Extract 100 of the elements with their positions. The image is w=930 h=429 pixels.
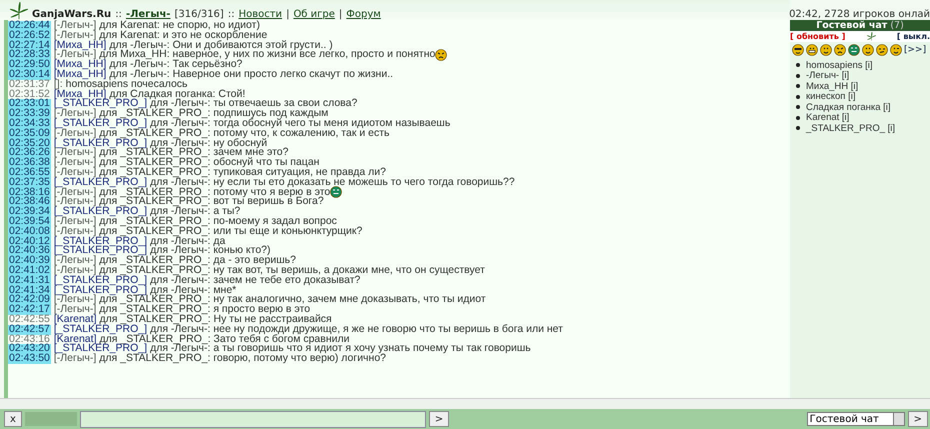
message-text: для _STALKER_PRO_: потому что я верю в это bbox=[99, 188, 330, 198]
message-sender[interactable]: [_STALKER_PRO_] bbox=[54, 138, 148, 148]
message-text: для _STALKER_PRO_: да - это веришь? bbox=[99, 256, 296, 266]
message-sender[interactable]: [-Легыч-] bbox=[54, 21, 96, 31]
message-time: 02:33:39 bbox=[8, 109, 51, 119]
message-sender[interactable]: [_STALKER_PRO_] bbox=[54, 207, 148, 217]
message-sender[interactable]: [-Легыч-] bbox=[54, 256, 96, 266]
off-link[interactable]: [ выкл. bbox=[896, 32, 930, 41]
message-sender[interactable]: [-Легыч-] bbox=[54, 158, 96, 168]
message-sender[interactable]: [-Легыч-] bbox=[54, 30, 96, 41]
message-sender[interactable]: [Миха_НН] bbox=[54, 40, 106, 50]
smiley-icon[interactable] bbox=[834, 44, 846, 56]
message-sender[interactable]: [_STALKER_PRO_] bbox=[54, 178, 148, 188]
message-time: 02:30:14 bbox=[8, 70, 51, 80]
message-sender[interactable]: [-Легыч-] bbox=[54, 197, 96, 208]
smiley-icon[interactable] bbox=[330, 186, 342, 198]
message-sender[interactable]: [Миха_НН] bbox=[54, 70, 106, 80]
message-sender[interactable]: []: bbox=[54, 80, 63, 90]
message-sender[interactable]: [-Легыч-] bbox=[54, 128, 96, 139]
message-text: для _STALKER_PRO_: тупиковая ситуация, не правда ли? bbox=[99, 168, 386, 178]
message-sender[interactable]: [-Легыч-] bbox=[54, 226, 96, 237]
message-sender[interactable]: [-Легыч-] bbox=[54, 148, 96, 158]
message-sender[interactable]: [-Легыч-] bbox=[54, 216, 96, 227]
user-item[interactable]: Karenat [i] bbox=[806, 112, 850, 124]
message-sender[interactable]: [_STALKER_PRO_] bbox=[54, 99, 148, 110]
smiley-icon[interactable] bbox=[890, 44, 902, 56]
message-text: для _STALKER_PRO_: подпишусь под каждым bbox=[99, 109, 328, 119]
user-item[interactable]: _STALKER_PRO_ [i] bbox=[806, 122, 896, 134]
user-link[interactable]: -Легыч- bbox=[126, 9, 170, 20]
clear-button[interactable]: x bbox=[4, 411, 22, 427]
message-sender[interactable]: [-Легыч-] bbox=[54, 305, 96, 315]
user-item[interactable]: кинескоп [i] bbox=[806, 91, 856, 102]
more-link[interactable]: [>>] bbox=[904, 45, 926, 55]
message-sender[interactable]: [Миха_НН] bbox=[54, 90, 106, 100]
message-time: 02:35:09 bbox=[8, 128, 51, 139]
message-time: 02:43:50 bbox=[8, 354, 51, 364]
message-sender[interactable]: [-Легыч-] bbox=[54, 50, 96, 60]
message-time: 02:40:08 bbox=[8, 226, 51, 237]
message-sender[interactable]: [_STALKER_PRO_] bbox=[54, 324, 148, 334]
smiley-icon[interactable] bbox=[806, 44, 818, 56]
message-text: для -Легыч-: Они и добиваются этой грусти.. ) bbox=[109, 40, 333, 50]
message-sender[interactable]: [_STALKER_PRO_] bbox=[54, 236, 148, 246]
message-text: для _STALKER_PRO_: или ты еще и коньюнктурщик? bbox=[99, 226, 362, 237]
refresh-link[interactable]: [ обновить ] bbox=[790, 32, 846, 41]
separator: | bbox=[338, 9, 342, 20]
nav-link[interactable]: Новости bbox=[238, 9, 282, 20]
smiley-icon[interactable] bbox=[820, 44, 832, 56]
message-text: для _STALKER_PRO_: потому что, к сожалению, так и есть bbox=[99, 128, 390, 139]
nav-link[interactable]: Форум bbox=[346, 9, 381, 20]
message-sender[interactable]: [Karenat] bbox=[54, 314, 96, 325]
send-button[interactable]: > bbox=[428, 411, 450, 427]
user-count: (7) bbox=[890, 20, 904, 31]
user-item[interactable]: homosapiens [i] bbox=[806, 60, 873, 71]
message-sender[interactable]: [_STALKER_PRO_] bbox=[54, 276, 148, 286]
message-time: 02:26:44 bbox=[8, 21, 51, 31]
bullet-icon bbox=[796, 84, 800, 88]
smiley-icon[interactable] bbox=[876, 44, 888, 56]
message-sender[interactable]: [_STALKER_PRO_] bbox=[54, 344, 148, 354]
message-sender[interactable]: [_STALKER_PRO_] bbox=[54, 118, 148, 129]
message-time: 02:31:52 bbox=[8, 90, 51, 100]
message-sender[interactable]: [Миха_НН] bbox=[54, 60, 106, 70]
message-time: 02:31:37 bbox=[8, 80, 51, 90]
go-button[interactable]: > bbox=[908, 411, 928, 427]
message-time: 02:28:33 bbox=[8, 50, 51, 60]
message-text: для _STALKER_PRO_: обоснуй что ты пацан bbox=[99, 158, 320, 168]
message-text: для Сладкая поганка: Стой! bbox=[109, 90, 246, 100]
message-text: для -Легыч-: а ты? bbox=[150, 207, 240, 217]
channel-select[interactable]: Гостевой чат bbox=[806, 412, 905, 426]
message-time: 02:26:52 bbox=[8, 30, 51, 41]
health-text: [316/316] bbox=[174, 9, 224, 20]
user-item[interactable]: Миха_НН [i] bbox=[806, 80, 858, 92]
message-sender[interactable]: [-Легыч-] bbox=[54, 168, 96, 178]
message-time: 02:37:35 bbox=[8, 178, 51, 188]
message-sender[interactable]: [_STALKER_PRO_] bbox=[54, 246, 148, 256]
message-time: 02:42:17 bbox=[8, 305, 51, 315]
message-time: 02:41:02 bbox=[8, 266, 51, 276]
bullet-icon bbox=[796, 94, 800, 99]
message-time: 02:29:50 bbox=[8, 60, 51, 70]
smiley-icon[interactable] bbox=[862, 44, 874, 56]
message-sender[interactable]: [-Легыч-] bbox=[54, 295, 96, 306]
smiley-icon[interactable] bbox=[792, 44, 804, 56]
message-sender[interactable]: [_STALKER_PRO_] bbox=[54, 286, 148, 296]
smiley-icon[interactable] bbox=[848, 44, 860, 56]
separator: :: bbox=[115, 9, 122, 20]
user-item[interactable]: -Легыч- [i] bbox=[806, 70, 850, 82]
message-sender[interactable]: [-Легыч-] bbox=[54, 354, 96, 364]
smiley-icon[interactable] bbox=[435, 49, 448, 62]
message-text: для -Легыч-: Наверное они просто легко скачут по жизни.. bbox=[109, 70, 394, 80]
horizontal-scrollbar[interactable] bbox=[0, 398, 930, 409]
message-sender[interactable]: [-Легыч-] bbox=[54, 109, 96, 119]
message-sender[interactable]: [-Легыч-] bbox=[54, 266, 96, 276]
user-item[interactable]: Сладкая поганка [i] bbox=[806, 102, 891, 113]
message-sender[interactable]: [-Легыч-] bbox=[54, 188, 96, 198]
message-input[interactable] bbox=[80, 410, 426, 428]
leaf-icon bbox=[866, 32, 876, 41]
message-time: 02:43:20 bbox=[8, 344, 51, 354]
nav-link[interactable]: Об игре bbox=[293, 9, 335, 20]
message-sender[interactable]: [Karenat] bbox=[54, 334, 96, 344]
site-title: GanjaWars.Ru bbox=[32, 9, 112, 20]
message-text: для -Легыч-: да bbox=[150, 236, 226, 246]
